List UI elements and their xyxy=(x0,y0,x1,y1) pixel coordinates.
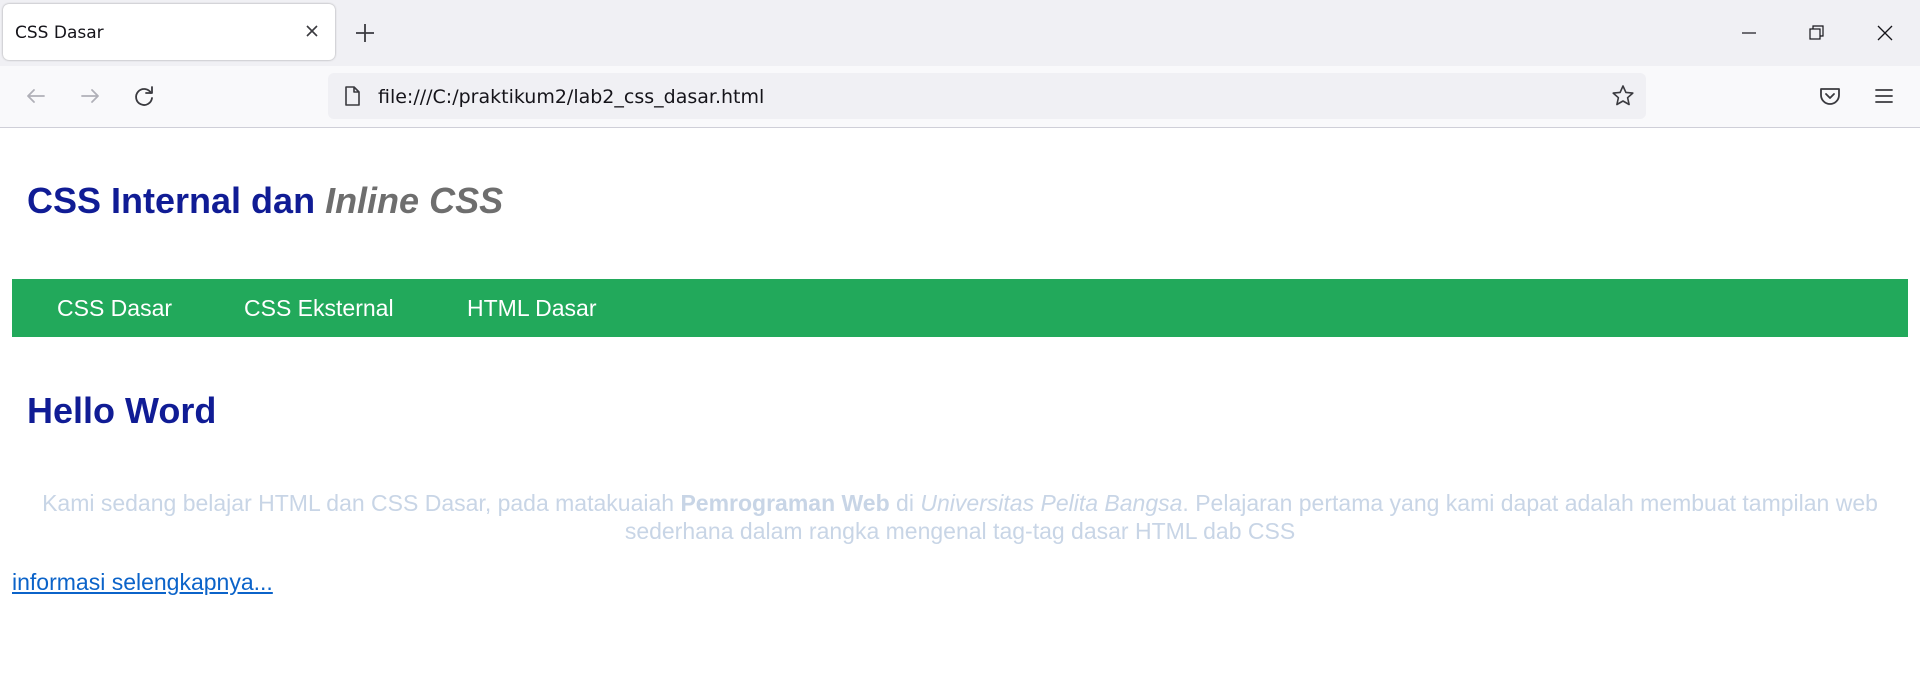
restore-icon[interactable] xyxy=(1783,0,1851,66)
navigation-menu: CSS Dasar CSS Eksternal HTML Dasar xyxy=(12,279,1908,337)
navigation-toolbar: file:///C:/praktikum2/lab2_css_dasar.htm… xyxy=(0,66,1920,128)
page-content: CSS Internal dan Inline CSS CSS Dasar CS… xyxy=(0,128,1920,673)
page-icon xyxy=(342,85,362,112)
menu-item-html-dasar[interactable]: HTML Dasar xyxy=(467,295,597,322)
menu-item-css-eksternal[interactable]: CSS Eksternal xyxy=(244,295,394,322)
page-title-plain: CSS Internal dan xyxy=(27,180,326,221)
arrow-left-icon[interactable] xyxy=(22,82,50,110)
page-title-italic: Inline CSS xyxy=(325,180,504,221)
intro-paragraph: Kami sedang belajar HTML dan CSS Dasar, … xyxy=(12,489,1908,545)
close-icon[interactable] xyxy=(301,20,323,42)
url-text[interactable]: file:///C:/praktikum2/lab2_css_dasar.htm… xyxy=(378,86,764,108)
arrow-right-icon[interactable] xyxy=(76,82,104,110)
close-window-icon[interactable] xyxy=(1851,0,1919,66)
pocket-icon[interactable] xyxy=(1816,82,1844,110)
hamburger-menu-icon[interactable] xyxy=(1870,82,1898,110)
more-info-link[interactable]: informasi selengkapnya... xyxy=(12,569,273,596)
browser-window: CSS Dasar file:///C:/praktikum2/lab2_css… xyxy=(0,0,1920,673)
paragraph-italic: Universitas Pelita Bangsa xyxy=(920,490,1183,516)
paragraph-bold: Pemrograman Web xyxy=(680,490,890,516)
menu-item-css-dasar[interactable]: CSS Dasar xyxy=(57,295,172,322)
tab-css-dasar[interactable]: CSS Dasar xyxy=(3,4,335,60)
paragraph-text-2: di xyxy=(889,490,921,516)
star-icon[interactable] xyxy=(1610,83,1636,109)
tab-title: CSS Dasar xyxy=(15,23,104,43)
reload-icon[interactable] xyxy=(130,82,158,110)
section-heading: Hello Word xyxy=(27,390,217,431)
minimize-icon[interactable] xyxy=(1715,0,1783,66)
url-bar[interactable]: file:///C:/praktikum2/lab2_css_dasar.htm… xyxy=(328,73,1646,119)
plus-icon[interactable] xyxy=(352,20,378,46)
tab-strip: CSS Dasar xyxy=(0,0,1920,66)
paragraph-text-1: Kami sedang belajar HTML dan CSS Dasar, … xyxy=(42,490,681,516)
page-title: CSS Internal dan Inline CSS xyxy=(27,180,503,222)
